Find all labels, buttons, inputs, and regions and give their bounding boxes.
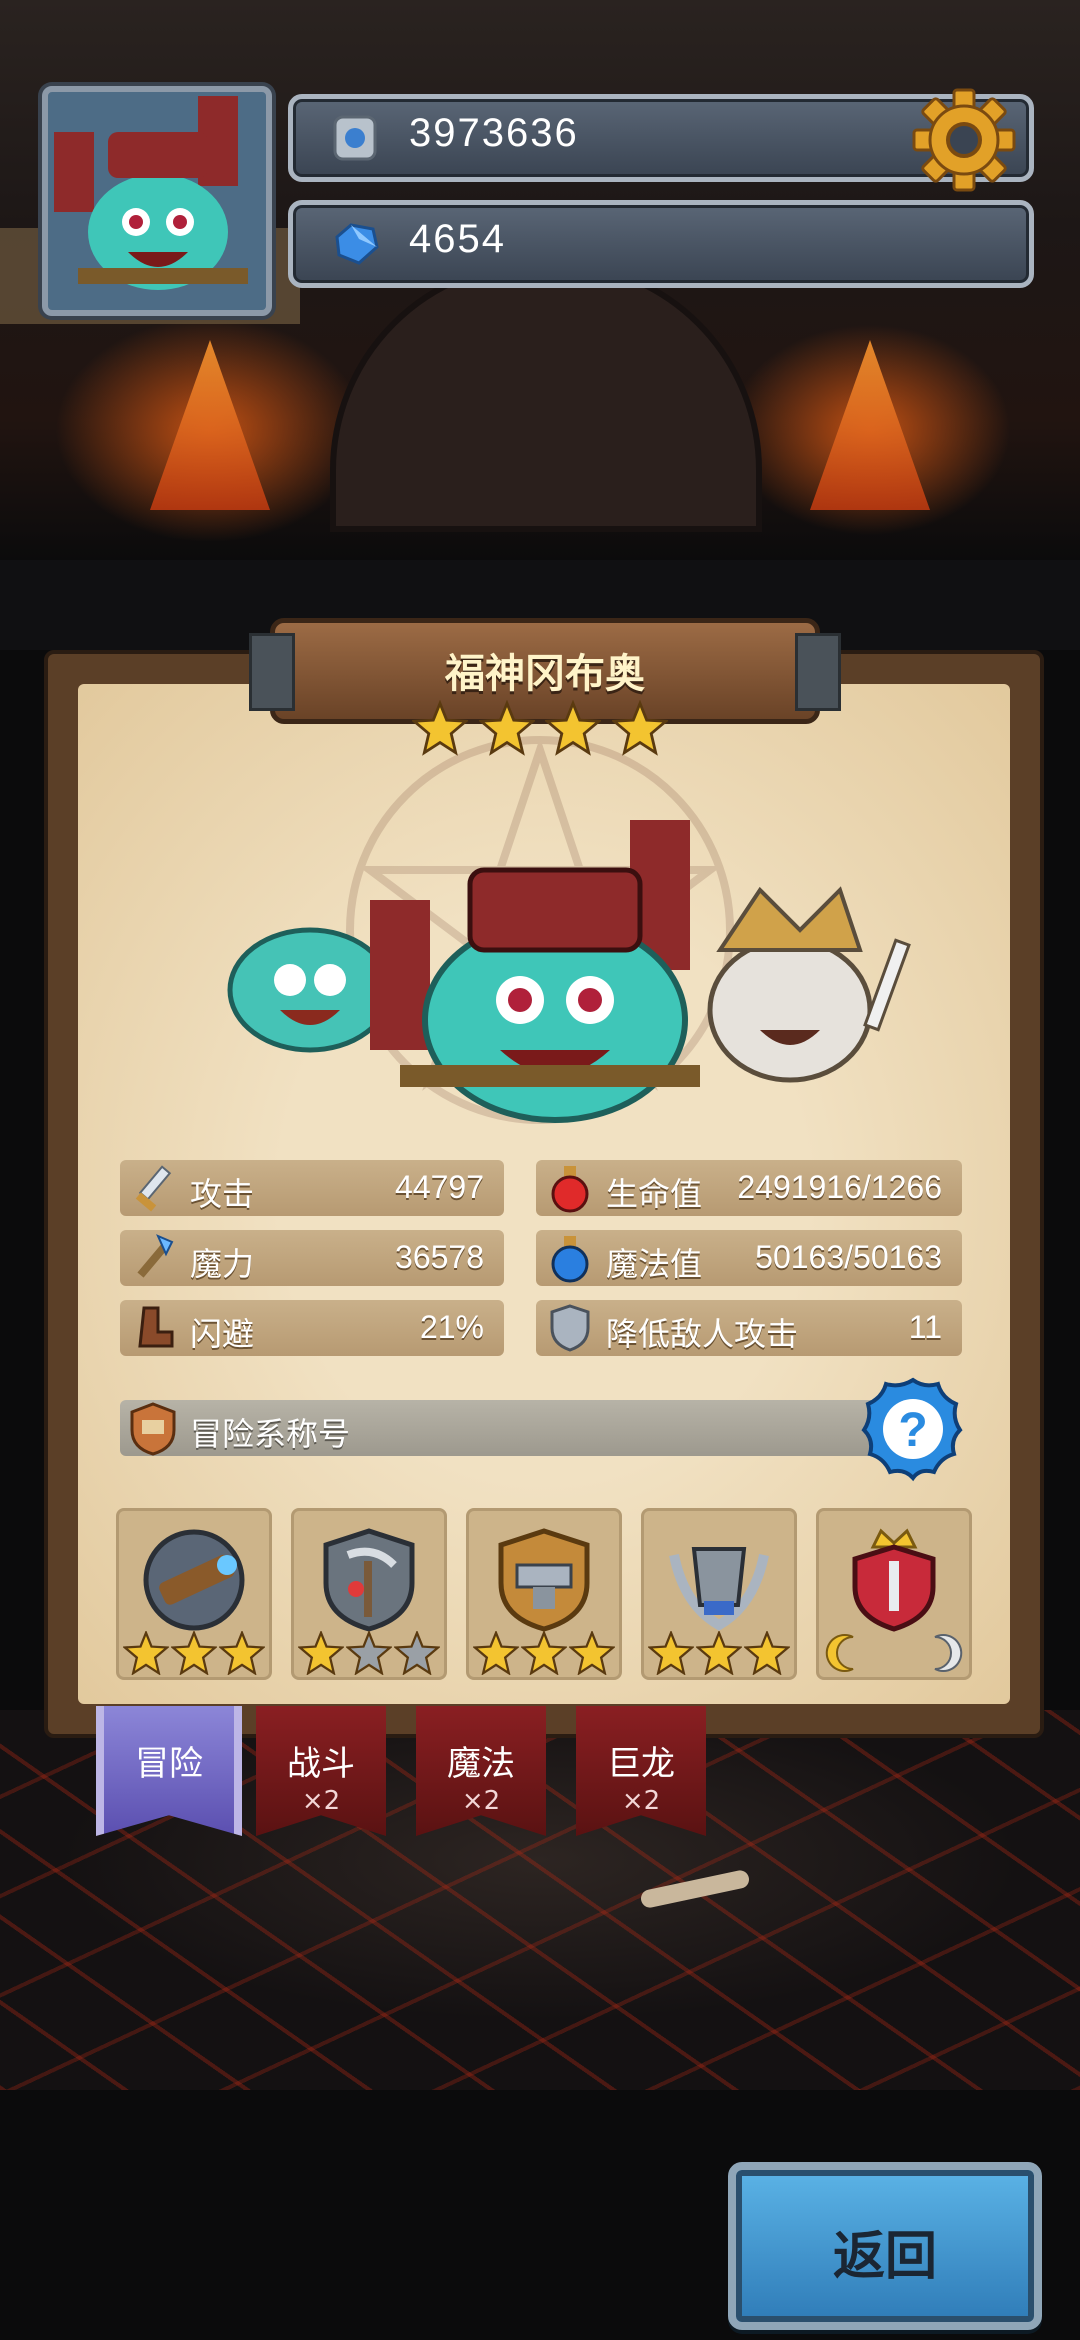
crescent-icon: [825, 1634, 854, 1672]
telescope-badge-icon: [143, 1529, 245, 1631]
stat-dodge: 闪避 21%: [120, 1300, 504, 1356]
boot-icon: [138, 1306, 174, 1348]
lava-glow: [150, 340, 270, 510]
gem-value: 4654: [409, 217, 506, 261]
stat-value: 11: [908, 1309, 942, 1345]
title-section-label: 冒险系称号: [190, 1415, 351, 1453]
back-button[interactable]: 返回: [728, 2162, 1042, 2330]
star-icon: [171, 1631, 217, 1675]
stat-magic: 魔力 36578: [120, 1230, 504, 1286]
title-badge-4[interactable]: [641, 1508, 797, 1680]
scythe-badge-icon: [323, 1528, 415, 1632]
tab-label: 战斗: [287, 1744, 355, 1784]
stat-mana: 魔法值 50163/50163: [536, 1230, 962, 1286]
back-button-label: 返回: [832, 2227, 937, 2287]
companion-knight-right: [707, 886, 911, 1083]
tab-label: 魔法: [447, 1744, 515, 1784]
lava-glow: [810, 340, 930, 510]
hero-name: 福神冈布奥: [445, 651, 645, 697]
star-icon: [545, 700, 602, 756]
gear-icon[interactable]: [910, 86, 1018, 194]
stat-label: 魔力: [190, 1246, 255, 1282]
star-icon: [412, 700, 468, 756]
stat-label: 攻击: [190, 1176, 255, 1212]
tab-label: 巨龙: [607, 1744, 675, 1784]
star-icon: [394, 1631, 440, 1675]
stat-damage-reduction: 降低敌人攻击 11: [536, 1300, 962, 1356]
badge-stars: [823, 1631, 965, 1675]
blue-gem-icon: [335, 223, 379, 265]
title-shield-icon: [130, 1402, 176, 1456]
shield-icon: [550, 1304, 590, 1352]
title-badge-1[interactable]: [116, 1508, 272, 1680]
tab-multiplier: ×2: [621, 1786, 661, 1816]
star-icon: [696, 1631, 742, 1675]
star-icon: [478, 700, 535, 756]
title-badge-2[interactable]: [291, 1508, 447, 1680]
svg-text:?: ?: [898, 1404, 927, 1457]
gem-bar: 4654: [288, 200, 1034, 288]
stat-label: 生命值: [606, 1176, 703, 1212]
companion-slime-left: [227, 927, 393, 1053]
coin-stack-icon: [333, 115, 377, 161]
star-icon: [123, 1631, 169, 1675]
crescent-icon: [934, 1634, 963, 1672]
badge-stars: [123, 1631, 265, 1675]
star-icon: [648, 1631, 694, 1675]
hero-stars: [412, 700, 668, 756]
gold-value: 3973636: [409, 111, 579, 155]
hero-illustration: [227, 820, 911, 1123]
potion-blue-icon: [551, 1236, 589, 1283]
star-icon: [346, 1631, 392, 1675]
dungeon-arch: [330, 260, 762, 532]
stat-value: 21%: [419, 1309, 484, 1345]
main-hero-slime: [370, 820, 700, 1123]
star-icon: [611, 700, 668, 756]
stat-label: 降低敌人攻击: [606, 1316, 799, 1352]
staff-icon: [137, 1234, 174, 1278]
star-icon: [219, 1631, 265, 1675]
tab-multiplier: ×2: [301, 1786, 341, 1816]
stat-value: 36578: [395, 1239, 484, 1275]
question-icon[interactable]: ?: [858, 1374, 968, 1484]
sword-icon: [135, 1165, 172, 1212]
badge-stars: [473, 1631, 615, 1675]
stat-label: 闪避: [190, 1316, 255, 1352]
crown-badge-icon: [852, 1528, 936, 1632]
star-icon: [521, 1631, 567, 1675]
anvil-badge-icon: [498, 1528, 590, 1632]
star-icon: [744, 1631, 790, 1675]
title-badge-3[interactable]: [466, 1508, 622, 1680]
badge-stars: [648, 1631, 790, 1675]
tab-multiplier: ×2: [461, 1786, 501, 1816]
badge-stars: [298, 1631, 440, 1675]
stat-value: 2491916/1266: [737, 1169, 942, 1205]
adventure-title-bar: 冒险系称号: [120, 1400, 920, 1456]
stat-value: 50163/50163: [755, 1239, 942, 1275]
stat-value: 44797: [395, 1169, 484, 1205]
hero-avatar-icon: [54, 96, 248, 290]
stat-label: 魔法值: [606, 1246, 703, 1282]
star-icon: [569, 1631, 615, 1675]
stat-attack: 攻击 44797: [120, 1160, 504, 1216]
star-icon: [473, 1631, 519, 1675]
tab-label: 冒险: [135, 1744, 203, 1784]
title-badge-5[interactable]: [816, 1508, 972, 1680]
potion-red-icon: [551, 1166, 589, 1213]
avatar[interactable]: [42, 86, 272, 316]
stat-health: 生命值 2491916/1266: [536, 1160, 962, 1216]
armor-badge-icon: [669, 1547, 769, 1631]
star-icon: [298, 1631, 344, 1675]
